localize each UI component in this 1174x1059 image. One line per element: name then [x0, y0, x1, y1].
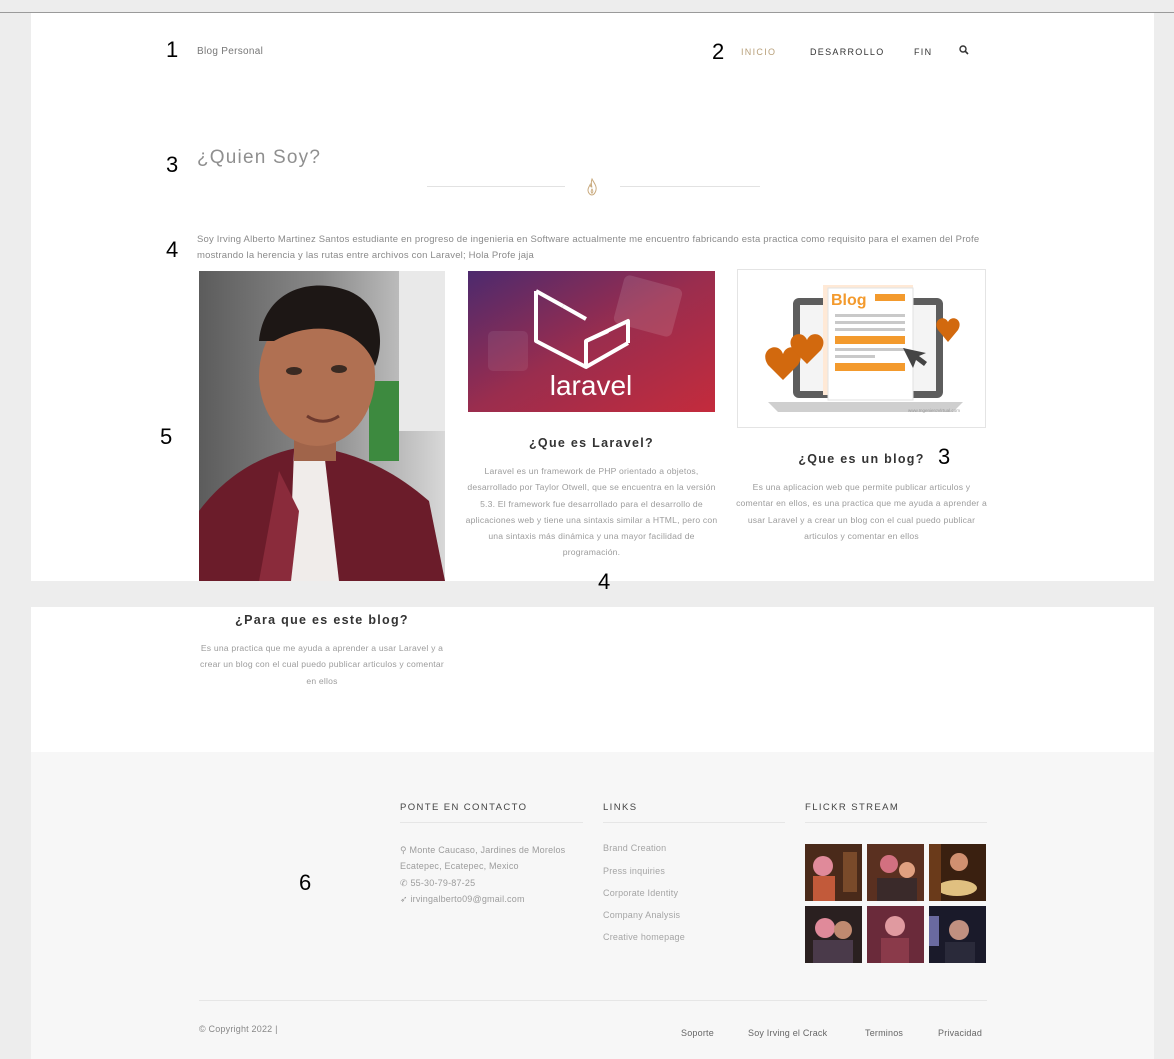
flickr-thumbnail[interactable]	[929, 906, 986, 963]
footer-link-press-inquiries[interactable]: Press inquiries	[603, 866, 665, 876]
annotation-marker: 1	[166, 37, 179, 62]
flickr-thumbnail[interactable]	[867, 906, 924, 963]
blog-image: Blog www.IngenieroVirtual.com	[737, 269, 986, 428]
search-icon[interactable]	[958, 44, 970, 56]
nav-desarrollo[interactable]: DESARROLLO	[810, 47, 885, 57]
card-text-para-que: Es una practica que me ayuda a aprender …	[200, 643, 444, 686]
phone-number: 55-30-79-87-25	[410, 877, 476, 888]
footer-link-company-analysis[interactable]: Company Analysis	[603, 910, 680, 920]
phone-icon: ✆	[400, 877, 411, 888]
annotation-marker: 2	[712, 39, 725, 64]
annotation-marker: 5	[160, 424, 173, 449]
card-text-blog: Es una aplicacion web que permite public…	[736, 482, 987, 541]
email-line[interactable]: ➶ irvingalberto09@gmail.com	[400, 891, 565, 907]
page-title: ¿Quien Soy?	[197, 147, 322, 168]
footer-link-privacidad[interactable]: Privacidad	[938, 1028, 982, 1038]
address-line-2: Ecatepec, Ecatepec, Mexico	[400, 861, 519, 872]
annotation-marker: 4	[166, 237, 179, 262]
copyright: © Copyright 2022 |	[199, 1024, 278, 1034]
footer-rule	[400, 822, 583, 823]
footer-link-soporte[interactable]: Soporte	[681, 1028, 714, 1038]
laravel-image: laravel	[468, 271, 715, 412]
title-divider-right	[620, 186, 760, 187]
title-divider-left	[427, 186, 565, 187]
footer-rule	[603, 822, 785, 823]
footer-flickr-heading: FLICKR STREAM	[805, 802, 900, 813]
footer-bottom-rule	[199, 1000, 987, 1001]
intro-text: Soy Irving Alberto Martinez Santos estud…	[197, 234, 980, 261]
address-line: ⚲ Monte Caucaso, Jardines de Morelos	[400, 842, 565, 858]
footer-contact-heading: PONTE EN CONTACTO	[400, 802, 528, 813]
card-title-laravel: ¿Que es Laravel?	[528, 436, 654, 450]
footer-links-heading: LINKS	[603, 802, 638, 813]
email-address[interactable]: irvingalberto09@gmail.com	[410, 894, 524, 904]
flickr-thumbnail[interactable]	[805, 844, 862, 901]
footer-link-soy-irving[interactable]: Soy Irving el Crack	[748, 1028, 827, 1038]
site-brand[interactable]: Blog Personal	[197, 46, 263, 57]
footer-link-creative-homepage[interactable]: Creative homepage	[603, 932, 685, 942]
nav-inicio[interactable]: INICIO	[741, 47, 776, 57]
footer-link-corporate-identity[interactable]: Corporate Identity	[603, 888, 678, 898]
blog-graphic-label: Blog	[831, 292, 867, 309]
phone-line: ✆ 55-30-79-87-25	[400, 875, 565, 891]
card-title-para-que: ¿Para que es este blog?	[235, 613, 409, 627]
footer-contact-info: ⚲ Monte Caucaso, Jardines de Morelos Eca…	[400, 842, 565, 907]
footer-link-terminos[interactable]: Terminos	[865, 1028, 903, 1038]
flickr-thumbnail[interactable]	[929, 844, 986, 901]
blog-graphic-caption: www.IngenieroVirtual.com	[908, 408, 960, 413]
footer-rule	[805, 822, 987, 823]
annotation-marker: 3	[166, 152, 179, 177]
card-text-laravel: Laravel es un framework de PHP orientado…	[465, 466, 718, 558]
map-pin-icon: ⚲	[400, 845, 410, 855]
laravel-wordmark: laravel	[550, 370, 632, 401]
annotation-marker: 4	[598, 569, 611, 594]
flickr-thumbnail[interactable]	[867, 844, 924, 901]
nav-fin[interactable]: FIN	[914, 47, 932, 57]
flickr-thumbnail[interactable]	[805, 906, 862, 963]
footer-link-brand-creation[interactable]: Brand Creation	[603, 843, 666, 853]
portrait-image	[199, 271, 445, 581]
address-line-1: Monte Caucaso, Jardines de Morelos	[409, 845, 566, 855]
card-title-blog: ¿Que es un blog?	[798, 452, 925, 466]
send-icon: ➶	[400, 893, 411, 904]
flame-icon	[587, 177, 597, 196]
annotation-marker: 6	[299, 870, 312, 895]
